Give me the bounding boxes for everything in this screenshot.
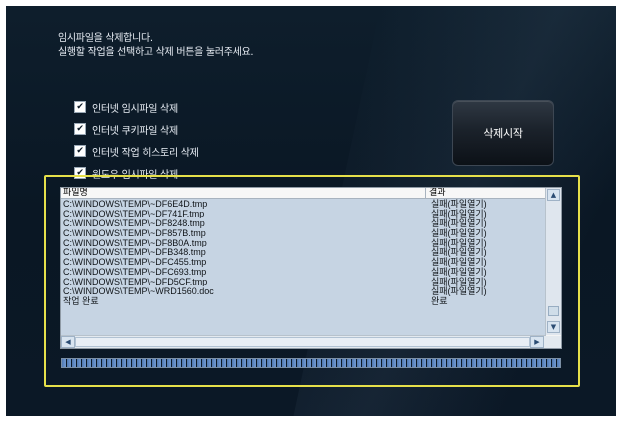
list-rows: C:\WINDOWS\TEMP\~DF6E4D.tmp 실패(파일열기) C:\WI…: [61, 199, 546, 306]
list-header: 파일명 결과: [61, 188, 546, 199]
list-item[interactable]: C:\WINDOWS\TEMP\~DFD5CF.tmp 실패(파일열기): [61, 277, 546, 287]
file-path-cell: C:\WINDOWS\TEMP\~DFB348.tmp: [63, 247, 206, 258]
result-cell: 실패(파일열기): [431, 228, 487, 239]
column-header-file[interactable]: 파일명: [61, 188, 426, 198]
file-path-cell: C:\WINDOWS\TEMP\~DFC455.tmp: [63, 257, 207, 267]
result-cell: 실패(파일열기): [431, 247, 487, 258]
result-cell: 실패(파일열기): [431, 199, 487, 209]
results-list: 파일명 결과 C:\WINDOWS\TEMP\~DF6E4D.tmp 실패(파일열…: [61, 188, 546, 335]
result-cell: 실패(파일열기): [431, 218, 487, 229]
list-item[interactable]: C:\WINDOWS\TEMP\~DFC693.tmp 실패(파일열기): [61, 267, 546, 277]
list-item[interactable]: C:\WINDOWS\TEMP\~DF857B.tmp 실패(파일열기): [61, 228, 546, 238]
list-item[interactable]: C:\WINDOWS\TEMP\~DF741F.tmp 실패(파일열기): [61, 209, 546, 219]
list-item[interactable]: C:\WINDOWS\TEMP\~DF8248.tmp 실패(파일열기): [61, 218, 546, 229]
instruction-text: 임시파일을 삭제합니다. 실행할 작업을 선택하고 삭제 버튼을 눌러주세요.: [58, 32, 254, 60]
list-item[interactable]: C:\WINDOWS\TEMP\~DF6E4D.tmp 실패(파일열기): [61, 199, 546, 209]
app-window: 임시파일을 삭제합니다. 실행할 작업을 선택하고 삭제 버튼을 눌러주세요. …: [6, 6, 616, 416]
option-internet-temp[interactable]: ✔ 인터넷 임시파일 삭제: [74, 96, 199, 118]
file-path-cell: C:\WINDOWS\TEMP\~DF857B.tmp: [63, 228, 206, 238]
list-item[interactable]: C:\WINDOWS\TEMP\~DFB348.tmp 실패(파일열기): [61, 247, 546, 258]
column-header-result[interactable]: 결과: [426, 188, 446, 198]
start-delete-button[interactable]: 삭제시작: [452, 100, 554, 166]
horizontal-scrollbar[interactable]: ◀ ▶: [61, 335, 546, 348]
result-cell: 실패(파일열기): [431, 286, 487, 297]
file-path-cell: 작업 완료: [63, 295, 99, 306]
list-item[interactable]: C:\WINDOWS\TEMP\~DFC455.tmp 실패(파일열기): [61, 257, 546, 267]
option-label: 인터넷 쿠키파일 삭제: [92, 125, 178, 137]
list-item[interactable]: C:\WINDOWS\TEMP\~DF8B0A.tmp 실패(파일열기): [61, 238, 546, 248]
checkbox-checked-icon[interactable]: ✔: [74, 123, 86, 135]
result-cell: 실패(파일열기): [431, 266, 487, 277]
scroll-right-icon[interactable]: ▶: [530, 336, 544, 348]
file-path-cell: C:\WINDOWS\TEMP\~DFD5CF.tmp: [63, 276, 208, 287]
file-path-cell: C:\WINDOWS\TEMP\~DF8B0A.tmp: [63, 237, 207, 248]
file-path-cell: C:\WINDOWS\TEMP\~WRD1560.doc: [63, 286, 214, 296]
list-item[interactable]: C:\WINDOWS\TEMP\~WRD1560.doc 실패(파일열기): [61, 286, 546, 296]
vertical-scroll-thumb[interactable]: [548, 306, 559, 316]
result-cell: 실패(파일열기): [431, 208, 487, 219]
results-panel: 파일명 결과 C:\WINDOWS\TEMP\~DF6E4D.tmp 실패(파일열…: [44, 175, 580, 387]
scroll-up-icon[interactable]: ▲: [547, 189, 560, 201]
file-path-cell: C:\WINDOWS\TEMP\~DFC693.tmp: [63, 266, 207, 277]
option-label: 인터넷 임시파일 삭제: [92, 103, 178, 115]
option-label: 인터넷 작업 히스토리 삭제: [92, 147, 199, 159]
results-listbox[interactable]: 파일명 결과 C:\WINDOWS\TEMP\~DF6E4D.tmp 실패(파일열…: [60, 187, 562, 349]
file-path-cell: C:\WINDOWS\TEMP\~DF741F.tmp: [63, 208, 205, 219]
list-item[interactable]: 작업 완료 완료: [61, 296, 546, 306]
result-cell: 완료: [431, 295, 448, 306]
checkbox-checked-icon[interactable]: ✔: [74, 101, 86, 113]
option-internet-cookies[interactable]: ✔ 인터넷 쿠키파일 삭제: [74, 118, 199, 140]
scroll-corner: [546, 336, 561, 348]
progress-bar: [61, 358, 561, 368]
vertical-scrollbar[interactable]: ▲ ▼: [545, 188, 561, 335]
horizontal-scroll-thumb[interactable]: [75, 337, 530, 347]
result-cell: 실패(파일열기): [431, 237, 487, 248]
instruction-line-1: 임시파일을 삭제합니다.: [58, 33, 153, 44]
result-cell: 실패(파일열기): [431, 257, 487, 268]
result-cell: 실패(파일열기): [431, 276, 487, 287]
checkbox-checked-icon[interactable]: ✔: [74, 145, 86, 157]
scroll-down-icon[interactable]: ▼: [547, 321, 560, 333]
instruction-line-2: 실행할 작업을 선택하고 삭제 버튼을 눌러주세요.: [58, 47, 254, 58]
options-group: ✔ 인터넷 임시파일 삭제 ✔ 인터넷 쿠키파일 삭제 ✔ 인터넷 작업 히스토…: [74, 96, 199, 184]
file-path-cell: C:\WINDOWS\TEMP\~DF8248.tmp: [63, 218, 205, 229]
scroll-left-icon[interactable]: ◀: [61, 336, 75, 348]
file-path-cell: C:\WINDOWS\TEMP\~DF6E4D.tmp: [63, 199, 208, 209]
option-internet-history[interactable]: ✔ 인터넷 작업 히스토리 삭제: [74, 140, 199, 162]
